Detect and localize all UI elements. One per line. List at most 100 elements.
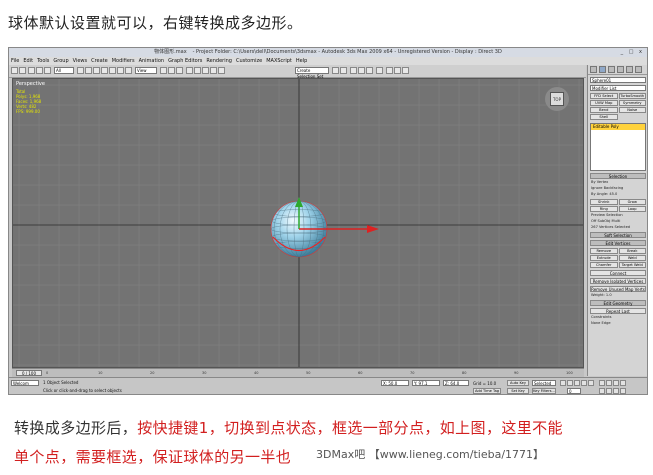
move-icon[interactable] bbox=[109, 67, 116, 74]
zoom-extents-icon[interactable] bbox=[613, 380, 619, 386]
option-ignore-backfacing[interactable]: Ignore Backfacing bbox=[591, 186, 645, 191]
create-tab-icon[interactable] bbox=[590, 66, 597, 73]
go-to-end-icon[interactable] bbox=[588, 380, 594, 386]
orbit-icon[interactable] bbox=[613, 388, 619, 394]
viewcube-face[interactable]: TOP bbox=[550, 92, 564, 106]
remove-unused-map-verts-button[interactable]: Remove Unused Map Verts bbox=[590, 286, 646, 292]
soft-selection-rollout[interactable]: Soft Selection bbox=[590, 232, 646, 238]
select-by-name-icon[interactable] bbox=[85, 67, 92, 74]
bend-button[interactable]: Bend bbox=[590, 107, 618, 113]
shell-button[interactable]: Shell bbox=[590, 114, 618, 120]
x-coordinate-field[interactable]: X: 50.0 bbox=[381, 380, 409, 386]
window-controls[interactable]: _ □ x bbox=[621, 48, 644, 57]
angle-snap-icon[interactable] bbox=[194, 67, 201, 74]
align-icon[interactable] bbox=[340, 67, 347, 74]
preview-selection-options[interactable]: Off SubObj Multi bbox=[591, 219, 645, 224]
unlink-icon[interactable] bbox=[36, 67, 43, 74]
connect-button[interactable]: Connect bbox=[590, 270, 646, 276]
remove-isolated-button[interactable]: Remove Isolated Vertices bbox=[590, 278, 646, 284]
z-coordinate-field[interactable]: Z: 64.0 bbox=[443, 380, 469, 386]
menu-item-create[interactable]: Create bbox=[91, 58, 108, 64]
snap-toggle-icon[interactable] bbox=[186, 67, 193, 74]
grow-button[interactable]: Grow bbox=[618, 199, 646, 205]
menu-item-maxscript[interactable]: MAXScript bbox=[266, 58, 292, 64]
rotate-icon[interactable] bbox=[117, 67, 124, 74]
object-name-field[interactable]: Sphere01 bbox=[590, 77, 646, 83]
noise-button[interactable]: Noise bbox=[618, 107, 646, 113]
material-editor-icon[interactable] bbox=[376, 67, 383, 74]
select-object-icon[interactable] bbox=[77, 67, 84, 74]
utilities-tab-icon[interactable] bbox=[635, 66, 642, 73]
rect-selection-icon[interactable] bbox=[93, 67, 100, 74]
break-button[interactable]: Break bbox=[618, 248, 646, 254]
motion-tab-icon[interactable] bbox=[617, 66, 624, 73]
set-key-button[interactable]: Set Key bbox=[507, 388, 529, 394]
schematic-view-icon[interactable] bbox=[366, 67, 373, 74]
menu-item-graph-editors[interactable]: Graph Editors bbox=[168, 58, 202, 64]
viewport-label[interactable]: Perspective bbox=[16, 81, 45, 87]
repeat-last-button[interactable]: Repeat Last bbox=[590, 308, 646, 314]
percent-snap-icon[interactable] bbox=[202, 67, 209, 74]
menu-item-help[interactable]: Help bbox=[296, 58, 307, 64]
selected-dropdown[interactable]: Selected bbox=[532, 380, 556, 386]
shrink-button[interactable]: Shrink bbox=[590, 199, 618, 205]
turbosmooth-button[interactable]: TurboSmooth bbox=[618, 93, 646, 99]
timeline[interactable]: 0 / 100 0 10 20 30 40 50 60 70 80 90 100 bbox=[12, 368, 584, 377]
uvw-map-button[interactable]: UVW Map bbox=[590, 100, 618, 106]
curve-editor-icon[interactable] bbox=[358, 67, 365, 74]
zoom-extents-all-icon[interactable] bbox=[620, 380, 626, 386]
redo-icon[interactable] bbox=[19, 67, 26, 74]
zoom-icon[interactable] bbox=[599, 380, 605, 386]
option-by-vertex[interactable]: By Vertex bbox=[591, 180, 645, 185]
edit-geometry-rollout[interactable]: Edit Geometry bbox=[590, 300, 646, 306]
selection-rollout-header[interactable]: Selection bbox=[590, 173, 646, 179]
named-selection-dropdown[interactable]: Create Selection Set bbox=[295, 67, 329, 79]
scale-icon[interactable] bbox=[125, 67, 132, 74]
rendered-frame-icon[interactable] bbox=[394, 67, 401, 74]
remove-button[interactable]: Remove bbox=[590, 248, 618, 254]
play-icon[interactable] bbox=[574, 380, 580, 386]
perspective-viewport[interactable]: Perspective Total Polys: 1,968 Faces: 1,… bbox=[12, 78, 584, 368]
field-of-view-icon[interactable] bbox=[599, 388, 605, 394]
manipulate-icon[interactable] bbox=[168, 67, 175, 74]
selection-filter-dropdown[interactable]: All bbox=[54, 67, 74, 74]
maximize-viewport-icon[interactable] bbox=[620, 388, 626, 394]
constraint-options[interactable]: None Edge bbox=[591, 321, 645, 326]
key-filters-button[interactable]: Key Filters... bbox=[532, 388, 556, 394]
loop-button[interactable]: Loop bbox=[618, 206, 646, 212]
maxscript-listener[interactable]: Welcom bbox=[11, 380, 39, 386]
modifier-list-dropdown[interactable]: Modifier List bbox=[590, 85, 646, 91]
menu-item-group[interactable]: Group bbox=[53, 58, 68, 64]
bind-space-warp-icon[interactable] bbox=[44, 67, 51, 74]
ring-button[interactable]: Ring bbox=[590, 206, 618, 212]
spinner-snap-icon[interactable] bbox=[210, 67, 217, 74]
pivot-icon[interactable] bbox=[160, 67, 167, 74]
symmetry-button[interactable]: Symmetry bbox=[618, 100, 646, 106]
next-frame-icon[interactable] bbox=[581, 380, 587, 386]
menu-item-edit[interactable]: Edit bbox=[23, 58, 33, 64]
add-time-tag-button[interactable]: Add Time Tag bbox=[473, 388, 501, 394]
menu-item-animation[interactable]: Animation bbox=[139, 58, 165, 64]
mirror-icon[interactable] bbox=[332, 67, 339, 74]
go-to-start-icon[interactable] bbox=[560, 380, 566, 386]
render-icon[interactable] bbox=[402, 67, 409, 74]
edit-named-sets-icon[interactable] bbox=[218, 67, 225, 74]
menu-item-modifiers[interactable]: Modifiers bbox=[112, 58, 135, 64]
weld-button[interactable]: Weld bbox=[618, 255, 646, 261]
reference-coordinate-dropdown[interactable]: View bbox=[135, 67, 157, 74]
menu-item-tools[interactable]: Tools bbox=[37, 58, 49, 64]
menu-item-customize[interactable]: Customize bbox=[236, 58, 262, 64]
menu-item-rendering[interactable]: Rendering bbox=[206, 58, 232, 64]
auto-key-button[interactable]: Auto Key bbox=[507, 380, 529, 386]
pan-icon[interactable] bbox=[606, 388, 612, 394]
current-frame-field[interactable]: 0 bbox=[567, 388, 581, 394]
stack-item-editable-poly[interactable]: Editable Poly bbox=[591, 124, 645, 130]
time-slider[interactable]: 0 / 100 bbox=[16, 370, 42, 376]
display-tab-icon[interactable] bbox=[626, 66, 633, 73]
menu-item-views[interactable]: Views bbox=[73, 58, 87, 64]
modify-tab-icon[interactable] bbox=[599, 66, 606, 73]
keyboard-shortcut-icon[interactable] bbox=[176, 67, 183, 74]
y-coordinate-field[interactable]: Y: 97.1 bbox=[412, 380, 440, 386]
ffd-select-button[interactable]: FFD Select bbox=[590, 93, 618, 99]
zoom-all-icon[interactable] bbox=[606, 380, 612, 386]
